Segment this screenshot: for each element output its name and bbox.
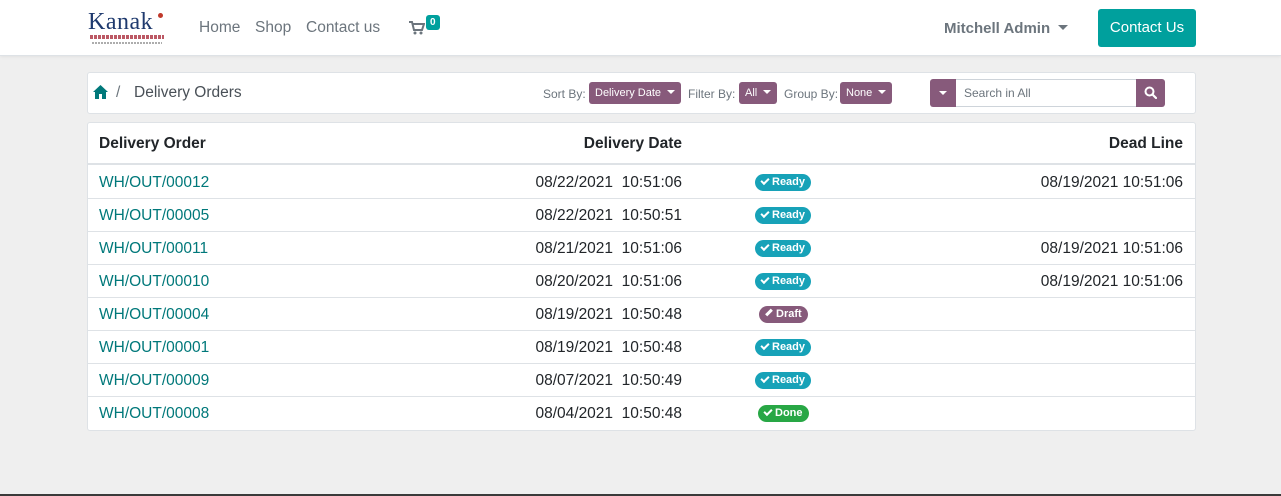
table-header: Delivery Order Delivery Date Dead Line [88, 123, 1195, 165]
check-icon [760, 208, 770, 219]
breadcrumb-separator: / [116, 84, 121, 101]
sort-by-label: Sort By: [543, 87, 586, 101]
delivery-orders-table: Delivery Order Delivery Date Dead Line W… [87, 122, 1196, 431]
table-row[interactable]: WH/OUT/00001 08/19/2021 10:50:48 Ready [88, 331, 1195, 364]
delivery-order-link[interactable]: WH/OUT/00008 [99, 405, 209, 423]
nav-shop[interactable]: Shop [255, 19, 291, 37]
table-row[interactable]: WH/OUT/00008 08/04/2021 10:50:48 Done [88, 397, 1195, 430]
top-navbar: Kanak Home Shop Contact us 0 Mitchell Ad… [0, 0, 1281, 56]
sort-by-value: Delivery Date [595, 87, 662, 99]
search-button[interactable] [1136, 79, 1165, 107]
delivery-date: 08/19/2021 10:50:48 [535, 339, 682, 356]
status-label: Ready [772, 176, 806, 188]
home-icon[interactable] [93, 85, 108, 99]
delivery-date: 08/22/2021 10:50:51 [535, 207, 682, 224]
company-logo[interactable]: Kanak [88, 10, 166, 48]
status-badge: Done [758, 405, 809, 422]
chevron-down-icon [667, 90, 676, 95]
table-row[interactable]: WH/OUT/00009 08/07/2021 10:50:49 Ready [88, 364, 1195, 397]
table-row[interactable]: WH/OUT/00004 08/19/2021 10:50:48 Draft [88, 298, 1195, 331]
delivery-order-link[interactable]: WH/OUT/00009 [99, 372, 209, 390]
nav-home[interactable]: Home [199, 19, 240, 37]
search-group [930, 79, 1165, 107]
sort-by-dropdown[interactable]: Delivery Date [589, 82, 682, 104]
group-by-value: None [846, 87, 873, 99]
status-label: Ready [772, 275, 806, 287]
user-name: Mitchell Admin [944, 20, 1051, 37]
header-dead-line: Dead Line [1108, 135, 1183, 152]
user-menu-dropdown[interactable]: Mitchell Admin [944, 20, 1069, 38]
status-badge: Ready [755, 372, 812, 389]
status-label: Ready [772, 242, 806, 254]
check-icon [760, 274, 770, 285]
header-delivery-order: Delivery Order [99, 135, 206, 152]
delivery-date: 08/07/2021 10:50:49 [535, 372, 682, 389]
search-options-dropdown[interactable] [930, 79, 956, 107]
filter-by-label: Filter By: [688, 87, 736, 101]
chevron-down-icon [763, 90, 772, 95]
logo-text: Kanak [88, 9, 154, 35]
table-row[interactable]: WH/OUT/00012 08/22/2021 10:51:06 Ready 08/1… [88, 166, 1195, 199]
shopping-cart-icon [409, 21, 425, 35]
chevron-down-icon [939, 91, 947, 96]
delivery-order-link[interactable]: WH/OUT/00001 [99, 339, 209, 357]
status-badge: Ready [755, 273, 812, 290]
logo-dot [158, 13, 163, 18]
status-badge: Ready [755, 240, 812, 257]
status-label: Draft [776, 308, 802, 320]
delivery-date: 08/20/2021 10:51:06 [535, 273, 682, 290]
chevron-down-icon [1058, 25, 1069, 31]
dead-line-date: 08/19/2021 10:51:06 [1040, 174, 1183, 191]
status-badge: Ready [755, 339, 812, 356]
delivery-order-link[interactable]: WH/OUT/00011 [99, 240, 208, 258]
delivery-date: 08/22/2021 10:51:06 [535, 174, 682, 191]
check-icon [760, 175, 770, 186]
status-label: Ready [772, 209, 806, 221]
search-icon [1144, 86, 1157, 99]
check-icon [760, 241, 770, 252]
delivery-date: 08/21/2021 10:51:06 [535, 240, 682, 257]
cart-link[interactable]: 0 [409, 14, 449, 44]
status-label: Ready [772, 341, 806, 353]
search-input[interactable] [956, 79, 1136, 107]
delivery-order-link[interactable]: WH/OUT/00012 [99, 174, 209, 192]
group-by-dropdown[interactable]: None [840, 82, 893, 104]
status-label: Ready [772, 374, 806, 386]
logo-tagline-graphic [90, 35, 164, 39]
breadcrumb-current: Delivery Orders [134, 84, 242, 101]
header-delivery-date: Delivery Date [583, 135, 682, 152]
status-badge: Ready [755, 207, 812, 224]
check-icon [763, 406, 773, 417]
status-badge: Draft [759, 306, 808, 323]
logo-subtagline-graphic [92, 42, 162, 44]
delivery-date: 08/19/2021 10:50:48 [535, 306, 682, 323]
table-row[interactable]: WH/OUT/00010 08/20/2021 10:51:06 Ready 08/1… [88, 265, 1195, 298]
group-by-label: Group By: [784, 87, 839, 101]
pencil-icon [765, 308, 773, 317]
delivery-order-link[interactable]: WH/OUT/00004 [99, 306, 209, 324]
check-icon [760, 373, 770, 384]
delivery-date: 08/04/2021 10:50:48 [535, 405, 682, 422]
filter-by-dropdown[interactable]: All [739, 82, 778, 104]
delivery-order-link[interactable]: WH/OUT/00005 [99, 207, 209, 225]
cart-count-badge: 0 [426, 15, 440, 30]
nav-contact-us[interactable]: Contact us [306, 19, 380, 37]
dead-line-date: 08/19/2021 10:51:06 [1040, 273, 1183, 290]
status-label: Done [775, 407, 803, 419]
dead-line-date: 08/19/2021 10:51:06 [1040, 240, 1183, 257]
delivery-order-link[interactable]: WH/OUT/00010 [99, 273, 209, 291]
filter-by-value: All [745, 87, 758, 99]
check-icon [760, 340, 770, 351]
chevron-down-icon [878, 90, 887, 95]
contact-us-button[interactable]: Contact Us [1098, 9, 1196, 47]
table-row[interactable]: WH/OUT/00005 08/22/2021 10:50:51 Ready [88, 199, 1195, 232]
table-row[interactable]: WH/OUT/00011 08/21/2021 10:51:06 Ready 08/1… [88, 232, 1195, 265]
status-badge: Ready [755, 174, 812, 191]
list-toolbar: / Delivery Orders Sort By: Delivery Date… [87, 72, 1196, 114]
